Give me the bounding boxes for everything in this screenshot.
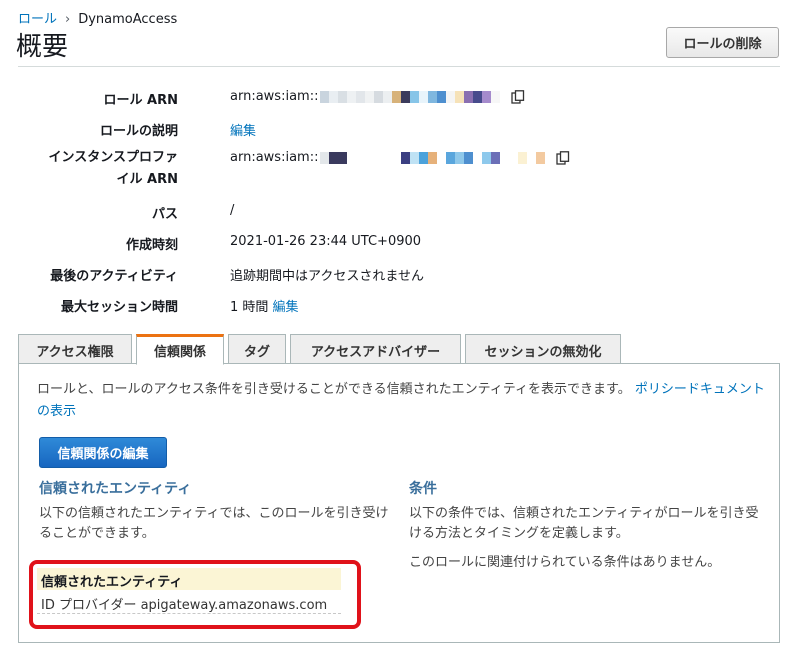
created-label: 作成時刻 bbox=[125, 238, 178, 253]
edit-max-session-link[interactable]: 編集 bbox=[273, 300, 299, 315]
chevron-right-icon: › bbox=[65, 12, 71, 27]
highlight-annotation bbox=[29, 560, 361, 629]
conditions-none-text: このロールに関連付けられている条件はありません。 bbox=[409, 555, 721, 570]
role-arn-prefix: arn:aws:iam:: bbox=[230, 89, 319, 104]
page-title: 概要 bbox=[16, 32, 69, 62]
tab-access-advisor[interactable]: アクセスアドバイザー bbox=[290, 334, 461, 364]
row-role-arn: ロール ARN arn:aws:iam:: bbox=[0, 86, 780, 110]
role-description-label: ロールの説明 bbox=[99, 124, 178, 139]
divider bbox=[18, 66, 780, 67]
trusted-entities-text: 以下の信頼されたエンティティでは、このロールを引き受けることができます。 bbox=[39, 506, 389, 541]
row-last-activity: 最後のアクティビティ 追跡期間中はアクセスされません bbox=[0, 262, 780, 286]
conditions-text: 以下の条件では、信頼されたエンティティがロールを引き受ける方法とタイミングを定義… bbox=[409, 506, 759, 541]
last-activity-value: 追跡期間中はアクセスされません bbox=[230, 269, 424, 284]
edit-description-link[interactable]: 編集 bbox=[230, 124, 256, 139]
redacted-block bbox=[320, 90, 501, 103]
tab-revoke-sessions[interactable]: セッションの無効化 bbox=[465, 334, 621, 364]
instance-profile-arn-value: arn:aws:iam:: bbox=[230, 150, 570, 165]
max-session-label: 最大セッション時間 bbox=[60, 300, 178, 315]
delete-role-button[interactable]: ロールの削除 bbox=[666, 27, 779, 58]
tab-trust-relationships[interactable]: 信頼関係 bbox=[136, 334, 224, 365]
row-created: 作成時刻 2021-01-26 23:44 UTC+0900 bbox=[0, 231, 780, 255]
created-value: 2021-01-26 23:44 UTC+0900 bbox=[230, 234, 422, 249]
tab-permissions[interactable]: アクセス権限 bbox=[18, 334, 132, 364]
breadcrumb: ロール › DynamoAccess bbox=[18, 8, 177, 27]
instance-profile-arn-label: インスタンスプロファ イル ARN bbox=[48, 150, 178, 187]
copy-icon[interactable] bbox=[510, 89, 525, 104]
copy-icon[interactable] bbox=[555, 150, 570, 165]
path-value: / bbox=[230, 203, 235, 218]
trusted-entities-title: 信頼されたエンティティ bbox=[39, 481, 192, 497]
role-arn-value: arn:aws:iam:: bbox=[230, 89, 525, 104]
last-activity-label: 最後のアクティビティ bbox=[50, 269, 178, 284]
path-label: パス bbox=[151, 207, 178, 222]
tab-tags[interactable]: タグ bbox=[228, 334, 286, 364]
row-role-description: ロールの説明 編集 bbox=[0, 117, 780, 141]
instance-profile-arn-prefix: arn:aws:iam:: bbox=[230, 150, 319, 165]
row-path: パス / bbox=[0, 200, 780, 224]
max-session-value: 1 時間 編集 bbox=[230, 300, 299, 315]
row-max-session: 最大セッション時間 1 時間 編集 bbox=[0, 293, 780, 317]
row-instance-profile-arn: インスタンスプロファ イル ARN arn:aws:iam:: bbox=[0, 147, 780, 193]
conditions-title: 条件 bbox=[409, 481, 437, 497]
breadcrumb-roles-link[interactable]: ロール bbox=[18, 12, 57, 27]
role-arn-label: ロール ARN bbox=[103, 93, 178, 108]
trust-description: ロールと、ロールのアクセス条件を引き受けることができる信頼されたエンティティを表… bbox=[37, 382, 765, 419]
breadcrumb-current: DynamoAccess bbox=[78, 12, 178, 27]
edit-trust-relationship-button[interactable]: 信頼関係の編集 bbox=[39, 437, 167, 468]
redacted-block bbox=[320, 151, 546, 164]
